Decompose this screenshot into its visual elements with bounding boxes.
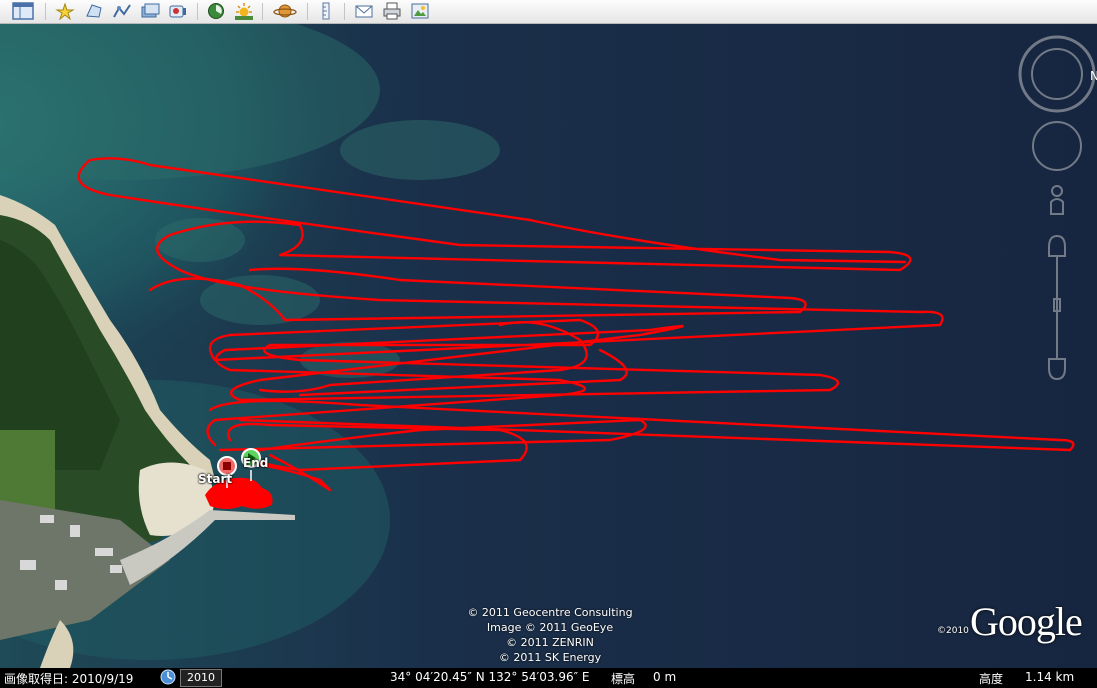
sidebar-toggle-icon: [12, 2, 34, 20]
email-icon: [355, 5, 373, 18]
save-image-icon: [411, 3, 429, 19]
timeline-year-button[interactable]: 2010: [180, 669, 222, 687]
save-image-button[interactable]: [408, 1, 432, 21]
print-button[interactable]: [380, 1, 404, 21]
zoom-slider[interactable]: [1048, 234, 1066, 381]
move-joystick[interactable]: [1032, 121, 1082, 171]
planet-icon: [273, 4, 297, 18]
switch-planet-button[interactable]: [270, 1, 300, 21]
historical-imagery-button[interactable]: [204, 1, 228, 21]
status-bar: 画像取得日: 2010/9/19 2010 34° 04′20.45″ N 13…: [0, 668, 1097, 688]
copyright-line: © 2011 ZENRIN: [506, 636, 594, 649]
record-tour-button[interactable]: [166, 1, 190, 21]
polygon-icon: [86, 4, 102, 18]
street-view-pegman-icon[interactable]: [1050, 185, 1064, 215]
google-logo: Google: [970, 599, 1083, 644]
add-polygon-button[interactable]: [82, 1, 106, 21]
copyright-line: © 2011 SK Energy: [498, 651, 602, 664]
start-label: Start: [198, 472, 233, 486]
toolbar-separator: [344, 3, 345, 20]
toolbar-separator: [262, 3, 263, 20]
altitude-label: 高度: [979, 672, 1004, 686]
ruler-button[interactable]: [314, 1, 338, 21]
tour-icon: [169, 5, 186, 18]
navigation-controls: N: [1018, 34, 1097, 398]
sidebar-toggle-button[interactable]: [8, 1, 38, 21]
sun-icon: [235, 3, 253, 20]
path-icon: [113, 4, 131, 18]
email-button[interactable]: [352, 1, 376, 21]
add-overlay-button[interactable]: [138, 1, 162, 21]
look-joystick[interactable]: N: [1018, 35, 1097, 113]
toolbar: [0, 0, 1097, 24]
elevation-value: 0 m: [653, 670, 677, 684]
overlay-icon: [141, 3, 160, 18]
logo-year: ©2010: [937, 626, 969, 636]
add-placemark-button[interactable]: [53, 1, 77, 21]
toolbar-separator: [197, 3, 198, 20]
altitude-value: 1.14 km: [1025, 670, 1075, 684]
historical-imagery-icon: [208, 3, 224, 19]
add-path-button[interactable]: [110, 1, 134, 21]
placemark-icon: [55, 2, 75, 20]
sunlight-button[interactable]: [232, 1, 256, 21]
image-date: 画像取得日: 2010/9/19: [4, 672, 134, 686]
toolbar-separator: [307, 3, 308, 20]
print-icon: [383, 2, 401, 20]
coordinates-readout: 34° 04′20.45″ N 132° 54′03.96″ E: [390, 670, 590, 684]
satellite-imagery[interactable]: [0, 24, 1097, 668]
map-viewport[interactable]: Start End N © 2011 Geocentre Consulting …: [0, 24, 1097, 668]
copyright-line: © 2011 Geocentre Consulting: [467, 606, 633, 619]
elevation-label: 標高: [611, 672, 636, 686]
end-label: End: [243, 456, 269, 470]
svg-text:N: N: [1090, 69, 1097, 83]
copyright-line: Image © 2011 GeoEye: [486, 621, 614, 634]
toolbar-separator: [45, 3, 46, 20]
ruler-icon: [322, 2, 330, 20]
historical-imagery-clock-icon[interactable]: [160, 669, 176, 688]
